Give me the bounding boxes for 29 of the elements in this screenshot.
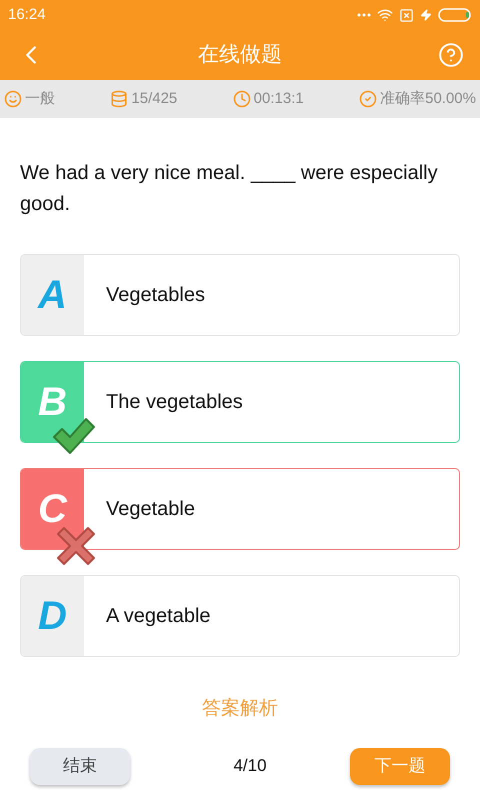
info-text: 一般 — [25, 88, 55, 109]
info-text: 准确率50.00% — [380, 88, 476, 109]
question-text: We had a very nice meal. ____ were especially good. — [19, 161, 439, 217]
info-text: 15/425 — [131, 88, 178, 109]
wifi-icon — [377, 7, 393, 23]
option-text: Vegetables — [105, 283, 205, 308]
timer-icon — [232, 90, 251, 108]
info-text: 00:13:1 — [254, 88, 304, 109]
end-button[interactable]: 结束 — [30, 748, 130, 784]
option-letter: B — [38, 379, 67, 426]
option-letter: A — [38, 272, 67, 319]
answer-option[interactable]: A Vegetables — [20, 254, 460, 336]
help-icon — [438, 42, 464, 68]
option-text: The vegetables — [105, 390, 243, 415]
option-text: Vegetable — [105, 497, 195, 522]
status-time: 16:24 — [8, 4, 46, 25]
answer-option[interactable]: B The vegetables — [20, 361, 460, 443]
header-title: 在线做题 — [198, 42, 282, 68]
answer-option[interactable]: C Vegetable — [20, 468, 460, 550]
option-letter: C — [38, 486, 67, 533]
battery-icon — [438, 8, 472, 22]
sim-icon — [399, 8, 414, 22]
more-dots-icon — [357, 13, 371, 17]
answer-option[interactable]: D A vegetable — [20, 575, 460, 657]
accuracy-icon — [359, 90, 378, 108]
charging-icon — [420, 9, 432, 21]
option-text: A vegetable — [105, 604, 211, 629]
progress-text: 4/10 — [233, 755, 267, 778]
option-letter: D — [38, 593, 67, 640]
